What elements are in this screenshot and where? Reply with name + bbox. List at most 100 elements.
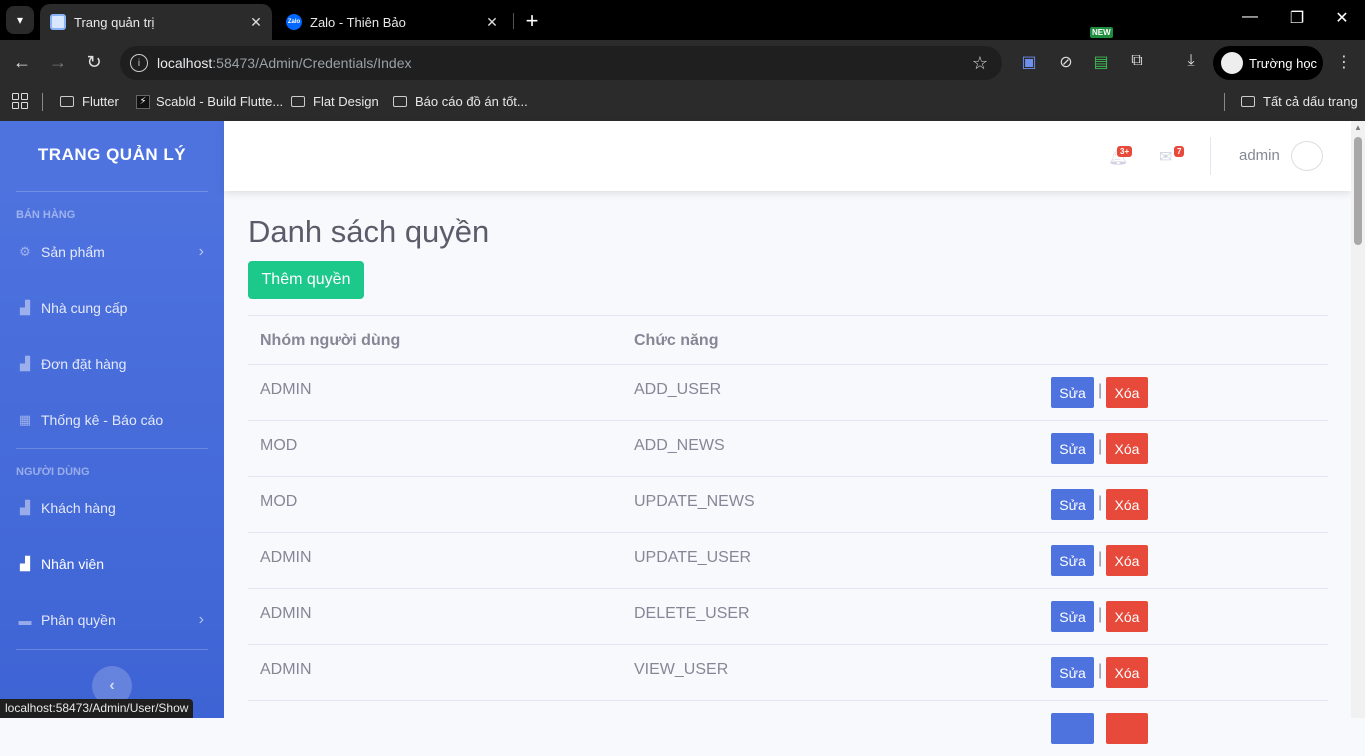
tab-search-button[interactable]: ▾ [6, 6, 34, 34]
minimize-icon[interactable]: — [1238, 8, 1262, 26]
edit-button[interactable]: Sửa [1051, 657, 1094, 688]
back-icon[interactable]: ← [10, 52, 34, 73]
delete-button[interactable]: Xóa [1106, 545, 1148, 576]
delete-button[interactable]: Xóa [1106, 377, 1148, 408]
edit-button[interactable]: Sửa [1051, 433, 1094, 464]
tab-admin[interactable]: Trang quản trị ✕ [40, 4, 272, 40]
url-text: localhost:58473/Admin/Credentials/Index [157, 55, 412, 71]
sidebar-divider [16, 649, 208, 650]
action-separator: | [1098, 550, 1103, 567]
close-icon[interactable]: ✕ [246, 14, 266, 31]
action-separator: | [1098, 606, 1103, 623]
new-tab-button[interactable]: + [520, 8, 544, 34]
tab-zalo[interactable]: Zalo Zalo - Thiên Bảo ✕ [276, 4, 508, 40]
profile-name: Trường học [1249, 55, 1318, 71]
delete-button[interactable]: Xóa [1106, 433, 1148, 464]
action-separator: | [1098, 494, 1103, 511]
messages-badge: 7 [1174, 146, 1185, 157]
bookmark-star-icon[interactable]: ☆ [972, 53, 988, 74]
bookmark-flutter[interactable]: Flutter [60, 94, 119, 109]
folder-icon [393, 96, 407, 107]
action-separator: | [1098, 382, 1103, 399]
edit-button[interactable]: Sửa [1051, 377, 1094, 408]
menu-dots-icon[interactable]: ⋮ [1333, 52, 1355, 74]
sidebar-item-thong-ke[interactable]: ▦ Thống kê - Báo cáo [0, 392, 224, 448]
cell-group: MOD [260, 493, 298, 510]
table-header: Nhóm người dùng Chức năng [248, 315, 1328, 364]
cell-function: UPDATE_NEWS [634, 493, 755, 510]
alerts-badge: 3+ [1117, 146, 1133, 157]
chart-area-icon: ▟ [20, 556, 30, 571]
cell-function: UPDATE_USER [634, 549, 752, 566]
cell-function: ADD_NEWS [634, 437, 725, 454]
apps-grid-icon[interactable] [12, 93, 28, 109]
sidebar-item-don-dat-hang[interactable]: ▟ Đơn đặt hàng [0, 336, 224, 392]
table-icon: ▦ [18, 412, 32, 427]
reload-icon[interactable]: ↻ [82, 52, 106, 73]
cell-group: ADMIN [260, 661, 312, 678]
delete-button[interactable]: Xóa [1106, 657, 1148, 688]
bookmark-scabld[interactable]: ⚡ Scabld - Build Flutte... [136, 94, 283, 109]
window-close-icon[interactable]: ✕ [1330, 8, 1354, 28]
sidebar-item-nha-cung-cap[interactable]: ▟ Nhà cung cấp [0, 280, 224, 336]
bookmark-all[interactable]: Tất cả dấu trang [1241, 94, 1358, 109]
chevron-down-icon: ▾ [16, 13, 24, 27]
chevron-right-icon: › [198, 243, 204, 260]
scrollbar-thumb[interactable] [1354, 137, 1362, 245]
topbar-divider [1210, 137, 1211, 175]
action-separator: | [1098, 438, 1103, 455]
edit-button[interactable]: Sửa [1051, 601, 1094, 632]
sidebar: TRANG QUẢN LÝ BÁN HÀNG ⚙ Sản phẩm › ▟ Nh… [0, 121, 224, 718]
cell-group: ADMIN [260, 381, 312, 398]
restore-icon[interactable]: ❐ [1285, 8, 1309, 28]
cell-function: DELETE_USER [634, 605, 750, 622]
close-icon[interactable]: ✕ [482, 14, 502, 31]
download-icon[interactable]: ⤓ [1180, 52, 1202, 74]
sidebar-item-phan-quyen[interactable]: ▬ Phân quyền › [0, 592, 224, 648]
tab-title: Trang quản trị [74, 14, 155, 30]
edit-button[interactable]: Sửa [1051, 545, 1094, 576]
topbar: 🔔︎ 3+ ✉ 7 admin [224, 121, 1351, 191]
zalo-icon: Zalo [286, 14, 302, 30]
gear-icon: ⚙ [19, 244, 31, 259]
page-scrollbar[interactable]: ▲ [1351, 121, 1365, 718]
folder-icon [60, 96, 74, 107]
status-url: localhost:58473/Admin/User/Show [0, 699, 194, 718]
address-bar[interactable]: i localhost:58473/Admin/Credentials/Inde… [120, 46, 1002, 80]
chevron-left-icon: ‹ [109, 677, 115, 694]
cell-group: ADMIN [260, 605, 312, 622]
avatar [1221, 52, 1243, 74]
delete-button[interactable]: Xóa [1106, 489, 1148, 520]
compass-icon[interactable]: ⊘ [1055, 52, 1077, 74]
add-permission-button[interactable]: Thêm quyền [248, 261, 364, 299]
sidebar-brand[interactable]: TRANG QUẢN LÝ [0, 145, 224, 165]
page-icon [50, 14, 66, 30]
sidebar-item-san-pham[interactable]: ⚙ Sản phẩm › [0, 224, 224, 280]
cell-group: ADMIN [260, 549, 312, 566]
envelope-icon[interactable]: ✉ [1159, 147, 1172, 167]
bookmarks-bar: Flutter ⚡ Scabld - Build Flutte... Flat D… [0, 86, 1365, 121]
chart-area-icon: ▟ [20, 300, 30, 315]
chart-area-icon: ▟ [20, 500, 30, 515]
edit-button[interactable]: Sửa [1051, 489, 1094, 520]
sidebar-divider [16, 448, 208, 449]
scabld-icon: ⚡ [136, 94, 150, 109]
avatar[interactable] [1291, 141, 1323, 171]
site-info-icon[interactable]: i [130, 54, 148, 72]
username[interactable]: admin [1239, 147, 1280, 164]
translate-icon[interactable]: ▣ [1018, 52, 1040, 74]
table-row [248, 700, 1328, 756]
scroll-up-icon[interactable]: ▲ [1353, 123, 1363, 132]
folder-icon [291, 96, 305, 107]
sidebar-item-khach-hang[interactable]: ▟ Khách hàng [0, 480, 224, 536]
sidebar-item-nhan-vien[interactable]: ▟ Nhân viên [0, 536, 224, 592]
forward-icon[interactable]: → [46, 52, 70, 73]
profile-button[interactable]: Trường học [1213, 46, 1323, 80]
extension-new-icon[interactable]: ▤ [1090, 52, 1112, 74]
tab-divider [513, 13, 514, 29]
bookmark-flat-design[interactable]: Flat Design [291, 94, 379, 109]
folder-icon: ▬ [18, 612, 32, 628]
bookmark-bao-cao[interactable]: Báo cáo đồ án tốt... [393, 94, 528, 109]
puzzle-icon[interactable]: ⧉ [1126, 52, 1148, 74]
delete-button[interactable]: Xóa [1106, 601, 1148, 632]
